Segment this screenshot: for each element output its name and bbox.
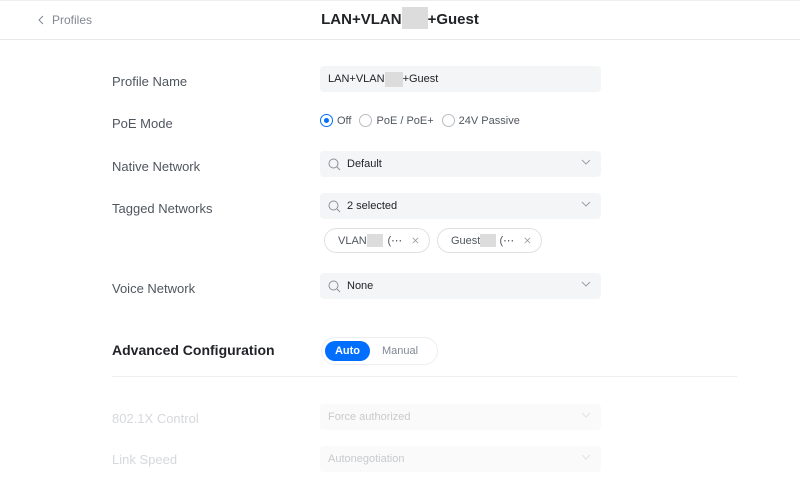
chevron-down-icon bbox=[581, 281, 591, 287]
advanced-mode-toggle: Auto Manual bbox=[321, 337, 438, 365]
profile-name-input[interactable]: LAN+VLAN +Guest bbox=[320, 66, 601, 92]
redacted-block bbox=[401, 7, 428, 30]
advanced-configuration-heading: Advanced Configuration bbox=[112, 342, 275, 358]
network-chip: VLAN (⋯ bbox=[324, 228, 430, 253]
chevron-down-icon bbox=[581, 201, 591, 207]
search-icon bbox=[328, 200, 341, 213]
tagged-networks-label: Tagged Networks bbox=[112, 201, 213, 216]
option-label: 24V Passive bbox=[458, 114, 520, 127]
native-network-select[interactable]: Default bbox=[320, 151, 601, 177]
redacted-block bbox=[384, 71, 403, 87]
voice-network-select[interactable]: None bbox=[320, 273, 601, 299]
voice-network-label: Voice Network bbox=[112, 281, 196, 296]
dot1x-control-label: 802.1X Control bbox=[112, 411, 199, 426]
mode-auto-button[interactable]: Auto bbox=[325, 341, 370, 361]
poe-mode-radio-group: Off PoE / PoE+ 24V Passive bbox=[320, 114, 520, 127]
selected-value: None bbox=[347, 280, 374, 292]
link-speed-label: Link Speed bbox=[112, 452, 178, 467]
close-icon[interactable] bbox=[524, 236, 531, 245]
page-title: LAN+VLAN +Guest bbox=[0, 7, 800, 30]
radio-unselected bbox=[359, 114, 373, 127]
value-prefix: LAN+VLAN bbox=[328, 73, 385, 85]
option-label: Off bbox=[337, 114, 352, 127]
selected-value: Autonegotiation bbox=[328, 453, 405, 465]
dot1x-control-select: Force authorized bbox=[320, 404, 601, 430]
chip-label: VLAN bbox=[338, 234, 367, 247]
chevron-down-icon bbox=[581, 159, 591, 165]
chip-suffix: (⋯ bbox=[387, 235, 403, 247]
divider bbox=[112, 376, 737, 377]
network-chip: Guest (⋯ bbox=[437, 228, 542, 253]
poe-option-off[interactable]: Off bbox=[320, 114, 351, 127]
chip-suffix: (⋯ bbox=[499, 235, 515, 247]
option-label: PoE / PoE+ bbox=[376, 114, 434, 127]
poe-mode-label: PoE Mode bbox=[112, 116, 173, 131]
radio-unselected bbox=[441, 114, 455, 127]
profile-name-label: Profile Name bbox=[112, 74, 188, 89]
native-network-label: Native Network bbox=[112, 159, 201, 174]
redacted-block bbox=[366, 234, 384, 247]
value-suffix: +Guest bbox=[402, 73, 439, 85]
selected-value: 2 selected bbox=[347, 200, 398, 212]
title-prefix: LAN+VLAN bbox=[321, 11, 402, 28]
chip-label: Guest bbox=[451, 234, 481, 247]
title-suffix: +Guest bbox=[427, 11, 479, 28]
poe-option-poe[interactable]: PoE / PoE+ bbox=[359, 114, 434, 127]
selected-value: Default bbox=[347, 158, 382, 170]
radio-selected bbox=[320, 114, 333, 127]
redacted-block bbox=[480, 234, 496, 247]
chevron-down-icon bbox=[581, 454, 591, 460]
header: Profiles LAN+VLAN +Guest bbox=[0, 0, 800, 40]
poe-option-24v[interactable]: 24V Passive bbox=[441, 114, 520, 127]
close-icon[interactable] bbox=[412, 236, 419, 245]
mode-manual-button[interactable]: Manual bbox=[370, 341, 430, 361]
chevron-down-icon bbox=[581, 412, 591, 418]
selected-value: Force authorized bbox=[328, 411, 411, 423]
search-icon bbox=[328, 158, 341, 171]
link-speed-select: Autonegotiation bbox=[320, 446, 601, 472]
search-icon bbox=[328, 280, 341, 293]
tagged-networks-select[interactable]: 2 selected bbox=[320, 193, 601, 219]
